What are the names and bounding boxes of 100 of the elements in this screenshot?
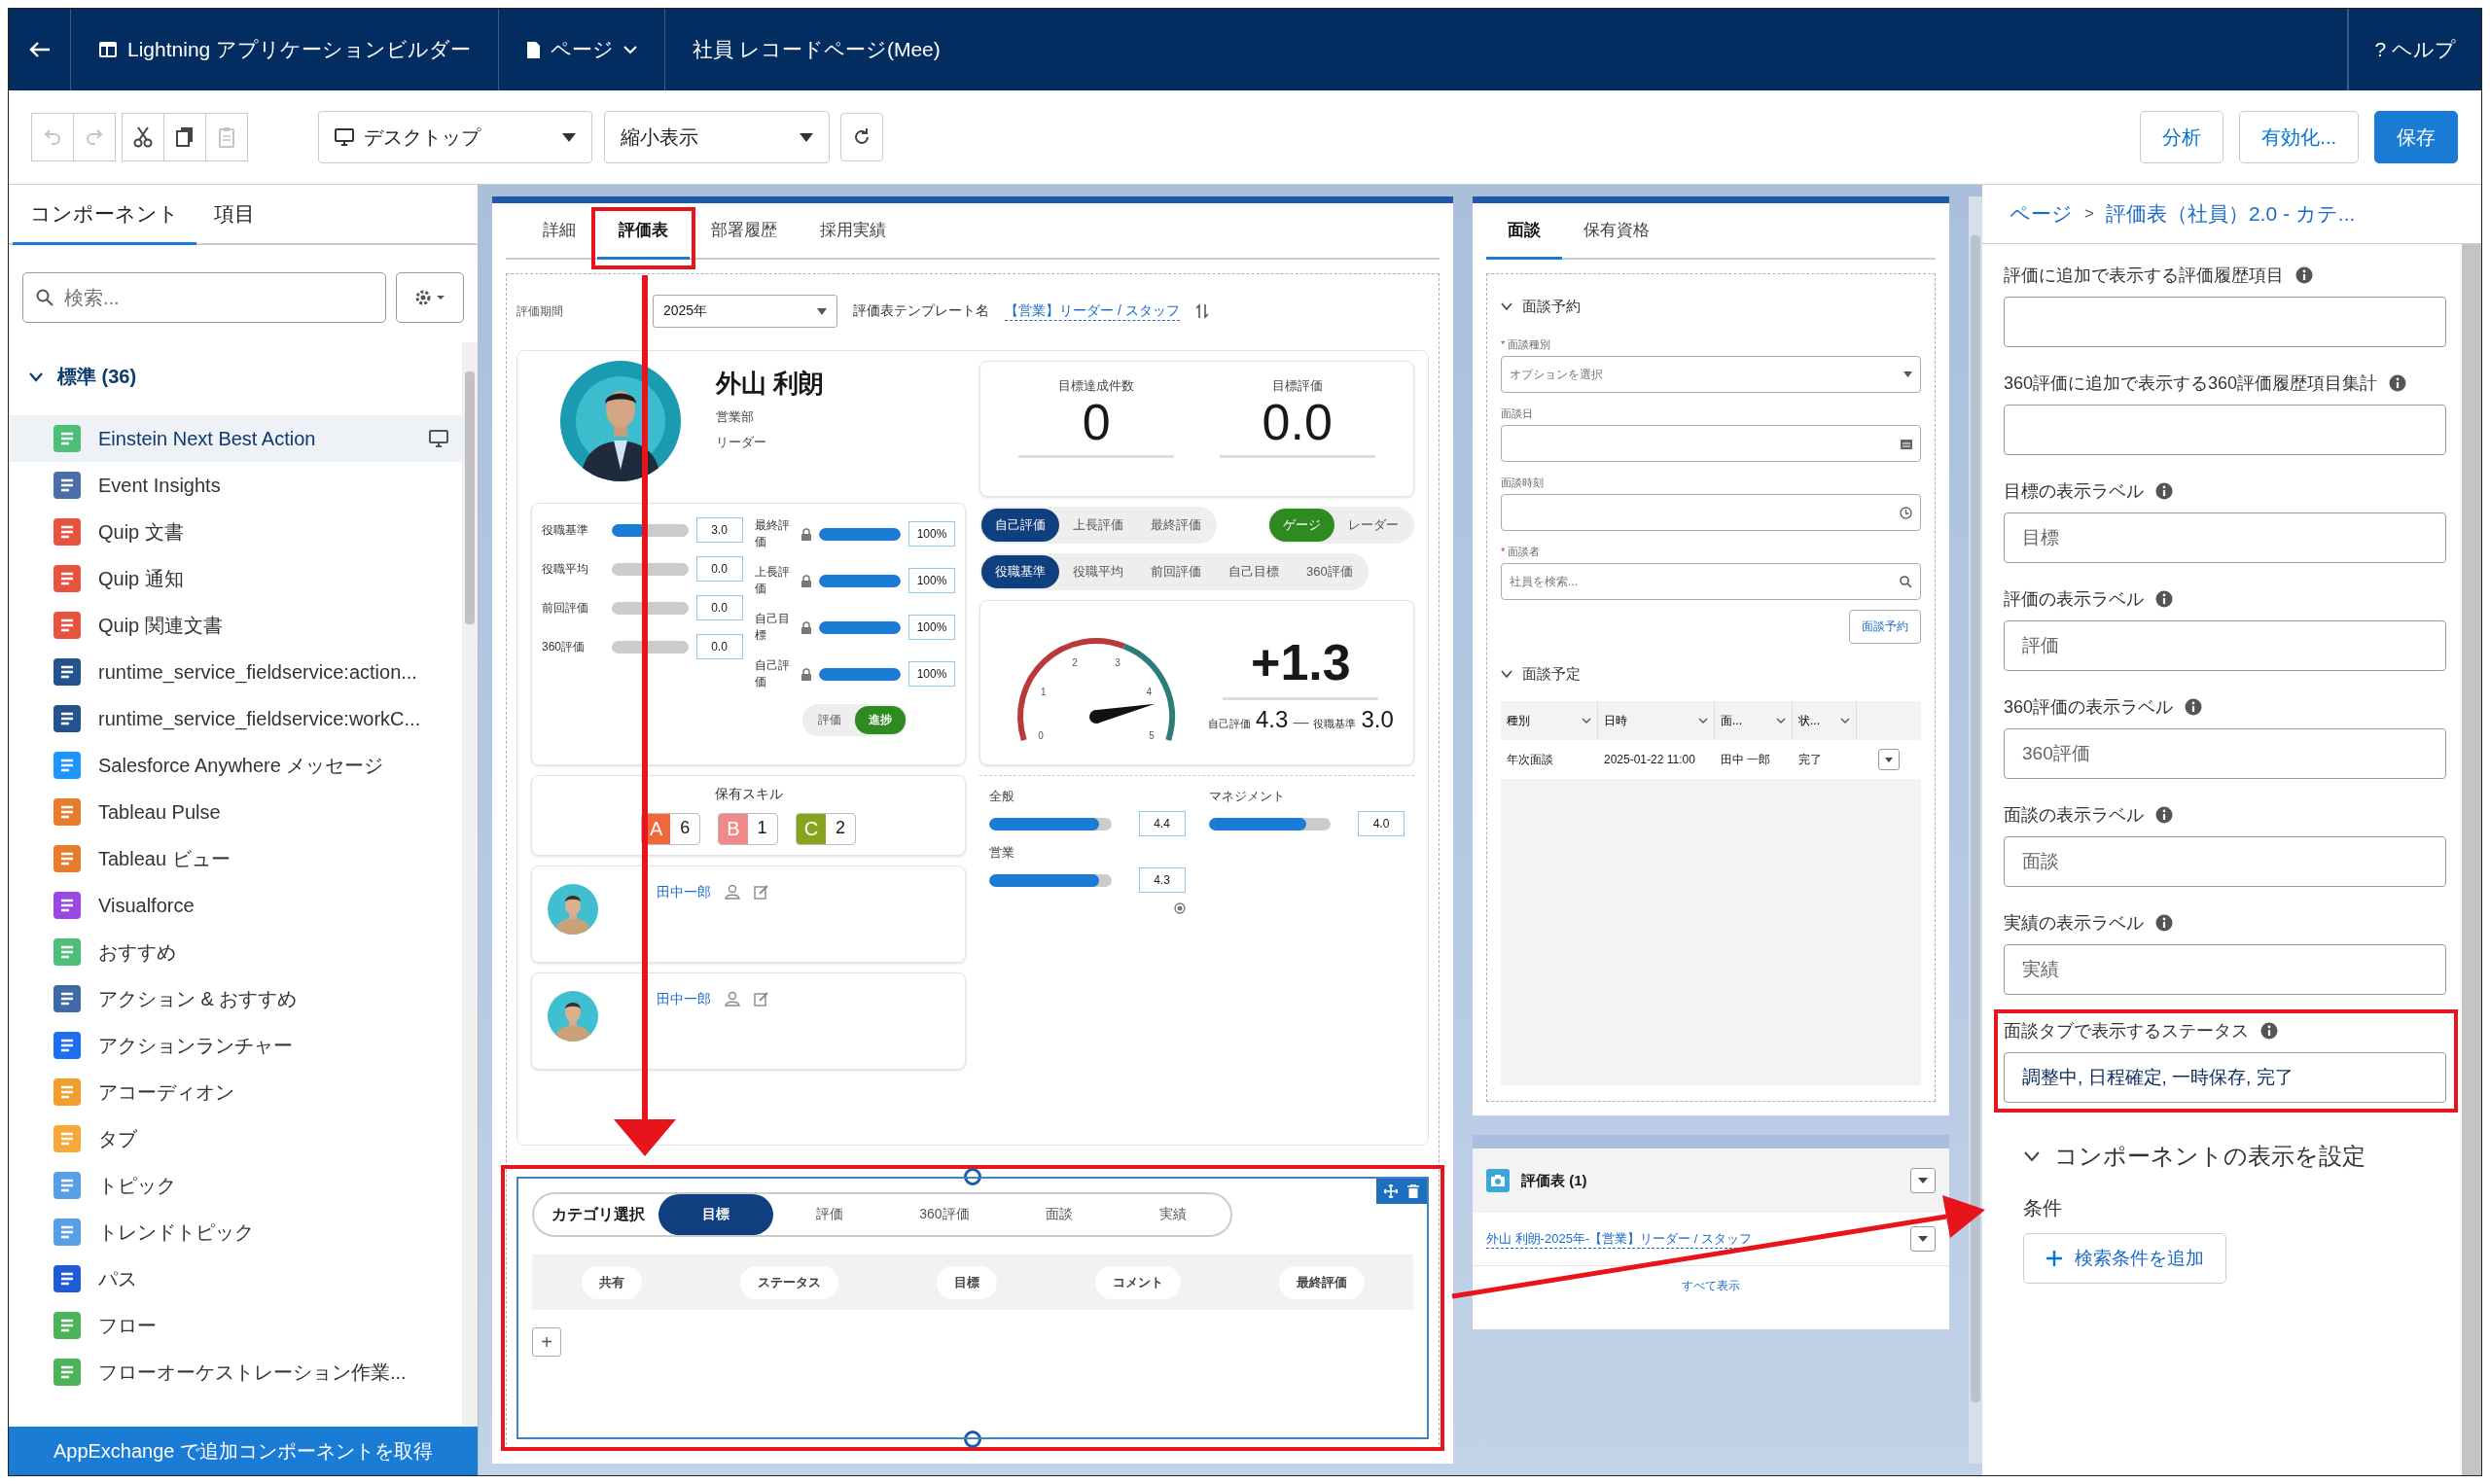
component-item[interactable]: タブ	[9, 1115, 462, 1162]
row-menu-button[interactable]	[1910, 1226, 1936, 1252]
input-field[interactable]	[2004, 297, 2446, 347]
edit-icon[interactable]	[754, 991, 769, 1007]
person-link[interactable]: 田中一郎	[657, 991, 711, 1008]
component-item[interactable]: Quip 通知	[9, 555, 462, 602]
device-select[interactable]: デスクトップ	[318, 111, 592, 163]
section-toggle[interactable]: コンポーネントの表示を設定	[2004, 1127, 2446, 1195]
section-toggle[interactable]: 面談予定	[1501, 657, 1921, 701]
component-item[interactable]: トレンドトピック	[9, 1209, 462, 1255]
info-icon[interactable]	[2155, 914, 2173, 932]
copy-button[interactable]	[163, 113, 206, 161]
info-icon[interactable]	[2155, 590, 2173, 608]
edit-icon[interactable]	[754, 884, 769, 900]
component-item[interactable]: トピック	[9, 1162, 462, 1209]
input-field[interactable]	[1501, 425, 1921, 462]
person-icon[interactable]	[725, 991, 740, 1007]
person-icon[interactable]	[725, 884, 740, 900]
toggle-option[interactable]: 進捗	[854, 706, 906, 734]
cut-button[interactable]	[122, 113, 164, 161]
component-item[interactable]: runtime_service_fieldservice:workC...	[9, 695, 462, 742]
component-item[interactable]: Quip 関連文書	[9, 602, 462, 649]
panel-tab[interactable]: コンポーネント	[13, 185, 196, 245]
input-field[interactable]: 社員を検索...	[1501, 563, 1921, 600]
toggle-option[interactable]: 評価	[803, 706, 855, 734]
component-item[interactable]: Visualforce	[9, 882, 462, 929]
input-field[interactable]	[1501, 494, 1921, 531]
component-item[interactable]: フロー	[9, 1302, 462, 1349]
section-toggle[interactable]: 面談予約	[1501, 290, 1921, 334]
page-menu[interactable]: ページ	[499, 9, 666, 90]
category-component[interactable]: カテゴリ選択 目標 評価 360評価 面談 実績 共有 ステータス 目標 コメント 最終評価 +	[516, 1177, 1429, 1439]
action-button[interactable]: 分析	[2140, 111, 2224, 163]
info-icon[interactable]	[2155, 482, 2173, 500]
record-tab[interactable]: 評価表	[597, 203, 690, 260]
component-item[interactable]: アクション & おすすめ	[9, 975, 462, 1022]
view-all-link[interactable]: すべて表示	[1682, 1278, 1740, 1294]
row-menu-button[interactable]	[1878, 749, 1900, 770]
filter-pill[interactable]: 最終評価	[1137, 509, 1215, 542]
component-item[interactable]: フローオーケストレーション作業...	[9, 1349, 462, 1396]
move-icon[interactable]	[1384, 1184, 1398, 1198]
settings-menu-button[interactable]	[396, 272, 464, 323]
info-icon[interactable]	[2185, 698, 2203, 716]
breadcrumb-link[interactable]: ページ	[2010, 200, 2073, 228]
view-select[interactable]: 縮小表示	[604, 111, 830, 163]
component-item[interactable]: Tableau ビュー	[9, 835, 462, 882]
category-tab[interactable]: 評価	[772, 1194, 888, 1235]
action-button[interactable]: 保存	[2374, 111, 2458, 163]
filter-pill[interactable]: 自己目標	[1215, 555, 1293, 588]
select-field[interactable]: オプションを選択	[1501, 356, 1921, 393]
input-field[interactable]: 面談	[2004, 836, 2446, 887]
component-item[interactable]: Tableau Pulse	[9, 789, 462, 835]
component-item[interactable]: runtime_service_fieldservice:action...	[9, 649, 462, 695]
record-link[interactable]: 外山 利朗-2025年-【営業】リーダー / スタッフ	[1486, 1229, 1753, 1249]
chart-pill[interactable]: ゲージ	[1269, 509, 1334, 542]
interview-tab[interactable]: 保有資格	[1562, 203, 1671, 260]
filter-pill[interactable]: 前回評価	[1137, 555, 1215, 588]
refresh-button[interactable]	[840, 113, 883, 161]
scrollbar[interactable]	[1969, 196, 1982, 1464]
category-tab[interactable]: 目標	[658, 1194, 773, 1235]
search-field[interactable]: 検索...	[22, 272, 386, 323]
filter-pill[interactable]: 上長評価	[1059, 509, 1137, 542]
chart-pill[interactable]: レーダー	[1334, 509, 1412, 542]
component-item[interactable]: パス	[9, 1255, 462, 1302]
person-link[interactable]: 田中一郎	[657, 884, 711, 901]
add-condition-button[interactable]: 検索条件を追加	[2023, 1233, 2226, 1284]
delete-icon[interactable]	[1407, 1184, 1419, 1198]
component-item[interactable]: アコーディオン	[9, 1069, 462, 1115]
component-item[interactable]: アクションランチャー	[9, 1022, 462, 1069]
scrollbar[interactable]	[462, 342, 478, 1427]
record-tab[interactable]: 詳細	[521, 203, 597, 260]
action-button[interactable]: 有効化...	[2239, 111, 2359, 163]
component-item[interactable]: Einstein Next Best Action	[9, 415, 462, 462]
category-tab[interactable]: 実績	[1116, 1194, 1230, 1235]
scrollbar[interactable]	[2462, 244, 2481, 1475]
component-item[interactable]: Salesforce Anywhere メッセージ	[9, 742, 462, 789]
component-item[interactable]: おすすめ	[9, 929, 462, 975]
input-field[interactable]: 360評価	[2004, 728, 2446, 779]
input-field[interactable]: 評価	[2004, 620, 2446, 671]
section-toggle[interactable]: 標準 (36)	[9, 342, 157, 415]
panel-tab[interactable]: 項目	[196, 185, 272, 245]
input-field[interactable]: 調整中, 日程確定, 一時保存, 完了	[2004, 1052, 2446, 1103]
filter-pill[interactable]: 役職基準	[981, 555, 1059, 588]
input-field[interactable]	[2004, 405, 2446, 455]
book-button[interactable]: 面談予約	[1849, 610, 1921, 644]
input-field[interactable]: 実績	[2004, 944, 2446, 995]
interview-tab[interactable]: 面談	[1486, 203, 1562, 260]
component-item[interactable]: Event Insights	[9, 462, 462, 509]
info-icon[interactable]	[2389, 374, 2407, 392]
filter-pill[interactable]: 自己評価	[981, 509, 1059, 542]
template-link[interactable]: 【営業】リーダー / スタッフ	[1005, 301, 1180, 321]
category-tab[interactable]: 360評価	[887, 1194, 1002, 1235]
info-icon[interactable]	[2295, 266, 2313, 284]
info-icon[interactable]	[2155, 806, 2173, 824]
input-field[interactable]: 目標	[2004, 512, 2446, 563]
period-select[interactable]: 2025年	[653, 295, 837, 328]
help-link[interactable]: ? ヘルプ	[2348, 9, 2481, 90]
list-menu-button[interactable]	[1910, 1168, 1936, 1193]
component-item[interactable]: Quip 文書	[9, 509, 462, 555]
add-row-button[interactable]: +	[532, 1327, 561, 1357]
record-tab[interactable]: 部署履歴	[690, 203, 799, 260]
